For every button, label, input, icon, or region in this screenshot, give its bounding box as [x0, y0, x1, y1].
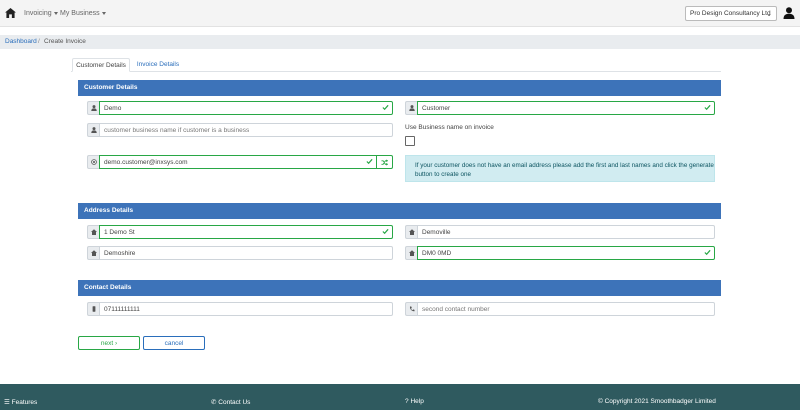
check-icon — [382, 228, 389, 235]
use-business-name-label: Use Business name on invoice — [405, 124, 494, 131]
home-icon — [405, 225, 417, 239]
footer-help-link[interactable]: ? Help — [405, 398, 424, 405]
check-icon — [366, 158, 373, 165]
user-icon — [405, 101, 417, 115]
home-icon — [87, 225, 99, 239]
first-name-group: Demo — [87, 101, 393, 115]
home-icon[interactable] — [5, 8, 16, 18]
shuffle-icon — [381, 159, 388, 165]
last-name-field[interactable]: Customer — [417, 101, 715, 115]
footer-copyright: © Copyright 2021 Smoothbadger Limited — [598, 398, 716, 405]
user-icon[interactable] — [783, 7, 795, 19]
at-icon — [87, 155, 99, 169]
breadcrumb — [0, 35, 800, 49]
phone2-input[interactable]: second contact number — [417, 302, 715, 316]
address-line1-field[interactable]: 1 Demo St — [99, 225, 393, 239]
first-name-field[interactable]: Demo — [99, 101, 393, 115]
top-navbar: Invoicing My Business Pro Design Consult… — [0, 0, 800, 27]
last-name-group: Customer — [405, 101, 715, 115]
tab-customer-details[interactable]: Customer Details — [72, 58, 130, 72]
check-icon — [704, 249, 711, 256]
mobile-phone-icon — [87, 302, 99, 316]
user-icon — [87, 101, 99, 115]
generate-email-button[interactable] — [377, 155, 393, 169]
email-field[interactable]: demo.customer@inxsys.com — [99, 155, 377, 169]
check-icon — [704, 104, 711, 111]
breadcrumb-current: Create Invoice — [44, 38, 86, 45]
town-group: Demoville — [405, 225, 715, 239]
copyright-icon: © — [598, 398, 603, 405]
tab-invoice-details[interactable]: Invoice Details — [134, 58, 182, 72]
county-field[interactable]: Demoshire — [99, 246, 393, 260]
user-icon — [87, 123, 99, 137]
address-line1-group: 1 Demo St — [87, 225, 393, 239]
customer-details-header: Customer Details — [78, 80, 721, 96]
caret-down-icon — [101, 11, 106, 15]
question-icon: ? — [405, 398, 409, 405]
company-select[interactable]: Pro Design Consultancy Ltd ⌄ — [685, 6, 777, 21]
postcode-group: DM0 0MD — [405, 246, 715, 260]
check-icon — [382, 104, 389, 111]
footer — [0, 384, 800, 410]
list-icon: ☰ — [4, 399, 10, 406]
email-group: demo.customer@inxsys.com — [87, 155, 393, 169]
company-select-value: Pro Design Consultancy Ltd — [690, 10, 771, 17]
footer-features-link[interactable]: ☰ Features — [4, 398, 37, 406]
county-group: Demoshire — [87, 246, 393, 260]
breadcrumb-dashboard-link[interactable]: Dashboard — [5, 38, 37, 45]
breadcrumb-separator: / — [38, 38, 40, 45]
phone-group: 07111111111 — [87, 302, 393, 316]
address-details-header: Address Details — [78, 203, 721, 219]
town-field[interactable]: Demoville — [417, 225, 715, 239]
home-icon — [87, 246, 99, 260]
use-business-name-checkbox[interactable] — [405, 136, 415, 146]
chevron-down-icon: ⌄ — [766, 11, 772, 18]
nav-invoicing-menu[interactable]: Invoicing — [24, 10, 58, 17]
next-button[interactable]: next › — [78, 336, 140, 350]
phone2-group: second contact number — [405, 302, 715, 316]
chevron-right-icon: › — [114, 340, 118, 347]
footer-contact-link[interactable]: ✆ Contact Us — [211, 398, 250, 406]
business-name-input[interactable]: customer business name if customer is a … — [99, 123, 393, 137]
phone-field[interactable]: 07111111111 — [99, 302, 393, 316]
home-icon — [405, 246, 417, 260]
phone-icon — [405, 302, 417, 316]
business-name-group: customer business name if customer is a … — [87, 123, 393, 137]
postcode-field[interactable]: DM0 0MD — [417, 246, 715, 260]
cancel-button[interactable]: cancel — [143, 336, 205, 350]
phone-icon: ✆ — [211, 399, 217, 406]
nav-my-business-menu[interactable]: My Business — [60, 10, 106, 17]
contact-details-header: Contact Details — [78, 280, 721, 296]
email-info-alert: If your customer does not have an email … — [405, 155, 715, 182]
caret-down-icon — [53, 11, 58, 15]
